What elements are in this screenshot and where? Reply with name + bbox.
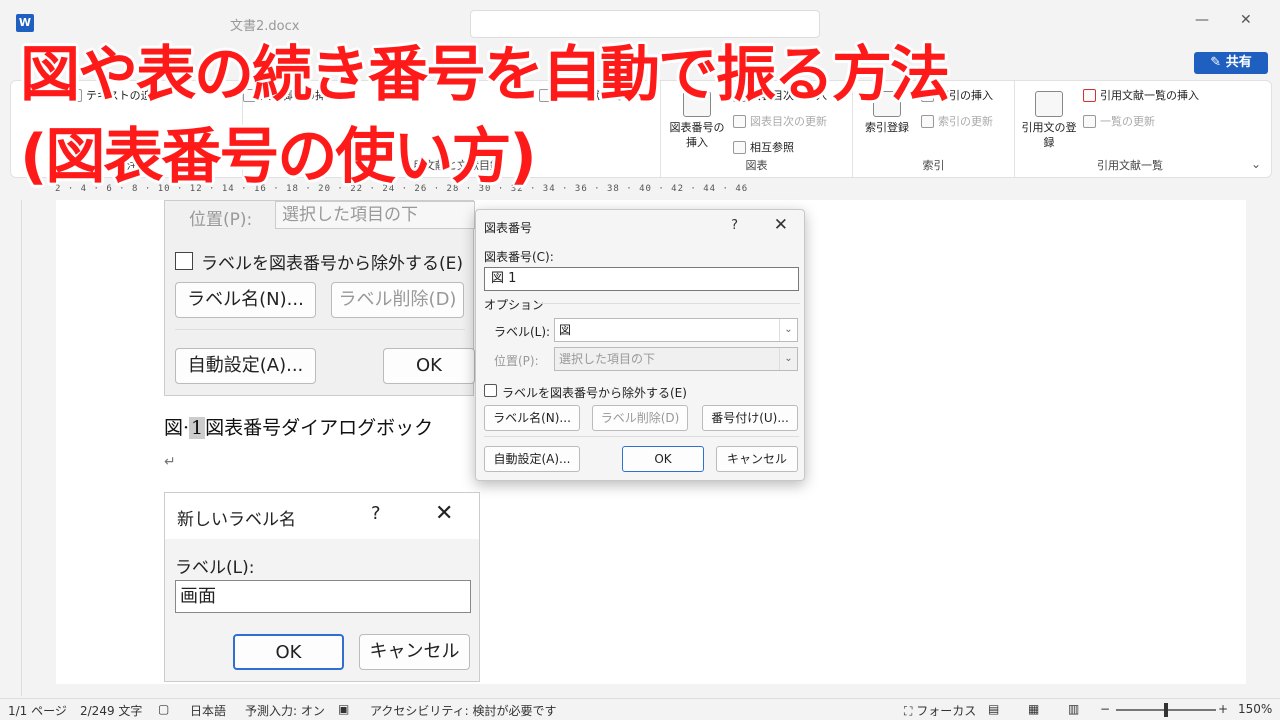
overlay-title-line2: (図表番号の使い方)	[20, 122, 537, 192]
index-group-label: 索引	[922, 159, 945, 172]
caption-dialog-title: 図表番号	[484, 221, 533, 235]
page-count[interactable]: 1/1 ページ	[8, 702, 67, 719]
new-label-help-icon: ?	[371, 503, 381, 524]
status-bar: 1/1 ページ 2/249 文字 ▢ 日本語 予測入力: オン ▣ アクセシビリ…	[0, 698, 1280, 720]
update-authorities-icon	[1083, 114, 1096, 128]
focus-icon: ⛶	[904, 704, 917, 718]
language[interactable]: 日本語	[190, 702, 226, 719]
new-label-titlebar: 新しいラベル名 ? ✕	[165, 493, 479, 539]
authorities-group-label: 引用文献一覧	[1097, 159, 1163, 172]
numbering-button[interactable]: 番号付け(U)...	[702, 405, 798, 431]
embedded-dialog-image[interactable]: 位置(P): 選択した項目の下 ラベルを図表番号から除外する(E) ラベル名(N…	[164, 200, 475, 396]
caption-body: 図表番号ダイアログボック	[205, 417, 434, 439]
overlay-title-line1: 図や表の続き番号を自動で振る方法	[20, 40, 950, 110]
new-label-close-icon: ✕	[435, 501, 454, 526]
caption-number-field[interactable]: 1	[189, 417, 206, 439]
caption-dialog: 図表番号 ? ✕ 図表番号(C): 図 1 オプション ラベル(L): 図 ⌄ 位…	[475, 209, 805, 481]
caption-group-label: 図表	[745, 159, 768, 172]
caption-prefix: 図·	[164, 417, 190, 439]
update-table-button[interactable]: 図表目次の更新	[733, 113, 827, 129]
caption-field-label: 図表番号(C):	[484, 250, 554, 264]
share-button[interactable]: ✎ 共有	[1194, 52, 1268, 74]
read-mode-icon[interactable]: ▤	[988, 702, 999, 716]
ok-button[interactable]: OK	[622, 446, 704, 472]
bg-exclude-checkbox	[175, 252, 193, 270]
label-select[interactable]: 図 ⌄	[554, 318, 798, 342]
word-count[interactable]: 2/249 文字	[80, 702, 142, 719]
table-of-authorities-icon	[1083, 88, 1096, 102]
bg-auto-caption-button: 自動設定(A)...	[175, 348, 316, 384]
label-field-label: ラベル(L):	[494, 325, 551, 339]
chevron-down-icon: ⌄	[779, 319, 797, 341]
help-icon[interactable]: ?	[731, 218, 738, 233]
vertical-ruler	[0, 200, 22, 696]
caption-input[interactable]: 図 1	[484, 267, 799, 291]
accessibility-status[interactable]: アクセシビリティ: 検討が必要です	[370, 702, 557, 719]
bg-ok-button: OK	[383, 348, 475, 384]
insert-table-of-authorities-button[interactable]: 引用文献一覧の挿入	[1083, 87, 1199, 103]
new-label-button[interactable]: ラベル名(N)...	[484, 405, 580, 431]
dialog-separator	[484, 436, 799, 437]
update-table-icon	[733, 114, 746, 128]
zoom-slider-thumb[interactable]	[1164, 703, 1168, 717]
bg-new-label-button: ラベル名(N)...	[175, 282, 316, 318]
position-field-label: 位置(P):	[494, 354, 539, 368]
macro-icon[interactable]: ▣	[338, 702, 349, 716]
bg-separator	[175, 329, 465, 330]
focus-button[interactable]: ⛶ フォーカス	[904, 702, 976, 719]
close-window-icon[interactable]: ✕	[1240, 12, 1252, 28]
options-separator	[538, 303, 800, 304]
bg-position-select: 選択した項目の下	[275, 201, 475, 229]
new-label-input: 画面	[175, 580, 471, 613]
new-label-dialog-image[interactable]: 新しいラベル名 ? ✕ ラベル(L): 画面 OK キャンセル	[164, 492, 480, 682]
mark-citation-icon	[1035, 91, 1063, 117]
zoom-level[interactable]: 150%	[1238, 702, 1272, 716]
cross-reference-button[interactable]: 相互参照	[733, 139, 794, 155]
exclude-label-text: ラベルを図表番号から除外する(E)	[502, 386, 687, 400]
exclude-label-checkbox[interactable]	[484, 384, 497, 397]
position-select[interactable]: 選択した項目の下 ⌄	[554, 347, 798, 371]
new-label-ok-button: OK	[233, 634, 344, 670]
auto-caption-button[interactable]: 自動設定(A)...	[484, 446, 580, 472]
close-icon[interactable]: ✕	[774, 215, 788, 235]
web-layout-icon[interactable]: ▥	[1068, 702, 1079, 716]
bg-exclude-label: ラベルを図表番号から除外する(E)	[201, 254, 464, 274]
pencil-icon: ✎	[1210, 55, 1226, 70]
proofing-icon[interactable]: ▢	[158, 702, 169, 716]
update-authorities-button[interactable]: 一覧の更新	[1083, 113, 1155, 129]
mark-citation-button[interactable]: 引用文の登録	[1021, 91, 1077, 150]
new-label-field-label: ラベル(L):	[175, 558, 255, 578]
zoom-out-icon[interactable]: −	[1100, 702, 1110, 716]
new-label-cancel-button: キャンセル	[359, 634, 470, 670]
figure-caption-text: 図· 1 図表番号ダイアログボック	[164, 413, 433, 440]
bg-position-label: 位置(P):	[189, 210, 253, 230]
chevron-down-icon: ⌄	[779, 348, 797, 370]
options-heading: オプション	[484, 298, 545, 312]
minimize-icon[interactable]: —	[1195, 12, 1209, 28]
update-index-button[interactable]: 索引の更新	[921, 113, 993, 129]
print-layout-icon[interactable]: ▦	[1028, 702, 1039, 716]
text-predictions[interactable]: 予測入力: オン	[245, 702, 325, 719]
zoom-in-icon[interactable]: +	[1218, 702, 1228, 716]
delete-label-button[interactable]: ラベル削除(D)	[592, 405, 688, 431]
cancel-button[interactable]: キャンセル	[716, 446, 798, 472]
bg-delete-label-button: ラベル削除(D)	[331, 282, 464, 318]
collapse-ribbon-icon[interactable]: ⌄	[1251, 157, 1261, 171]
authorities-group: 引用文の登録 引用文献一覧の挿入 一覧の更新 引用文献一覧	[1015, 81, 1245, 177]
new-label-title: 新しいラベル名	[177, 510, 296, 530]
cross-reference-icon	[733, 140, 746, 154]
update-index-icon	[921, 114, 934, 128]
paragraph-mark: ↵	[164, 454, 176, 470]
